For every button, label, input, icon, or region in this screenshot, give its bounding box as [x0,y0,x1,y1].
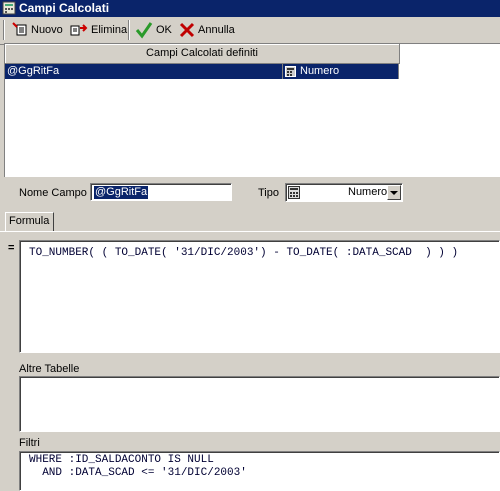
row-type-cell: Numero [300,65,340,77]
name-field-label: Nome Campo [19,187,87,199]
calculated-fields-grid[interactable]: Campi Calcolati definiti @GgRitFa Numero [4,43,500,177]
new-record-icon [12,22,27,36]
type-field-label: Tipo [258,187,279,199]
other-tables-label: Altre Tabelle [19,363,80,375]
filters-label: Filtri [19,437,40,449]
type-select-value: Numero [348,186,388,198]
toolbar-grip [3,20,5,40]
chevron-down-icon [390,191,398,195]
filters-line: AND :DATA_SCAD <= '31/DIC/2003' [29,467,247,479]
ok-button[interactable]: OK [135,19,172,41]
dropdown-button[interactable] [387,185,401,200]
title-bar: Campi Calcolati [0,0,500,17]
tab-formula[interactable]: Formula [5,212,54,231]
cancel-button-label: Annulla [198,24,235,36]
delete-button[interactable]: Elimina [70,19,127,41]
calculator-app-icon [2,1,16,15]
window-title: Campi Calcolati [19,1,110,15]
name-field-value: @GgRitFa [94,186,149,199]
formula-editor[interactable]: TO_NUMBER( ( TO_DATE( '31/DIC/2003') - T… [19,240,500,353]
grid-header[interactable]: Campi Calcolati definiti [5,44,400,64]
calculator-icon [285,66,296,77]
close-icon [179,22,195,38]
other-tables-field[interactable] [19,376,500,432]
column-divider [282,64,283,79]
column-divider [398,64,399,79]
filters-field[interactable]: WHERE :ID_SALDACONTO IS NULL AND :DATA_S… [19,451,500,491]
checkmark-icon [135,22,153,39]
filters-line: WHERE :ID_SALDACONTO IS NULL [29,454,214,466]
toolbar: Nuovo Elimina OK Annulla [0,17,500,45]
row-name-cell: @GgRitFa [7,65,60,77]
delete-button-label: Elimina [91,24,128,36]
cancel-button[interactable]: Annulla [179,19,235,41]
new-button[interactable]: Nuovo [12,19,63,41]
filters-text: WHERE :ID_SALDACONTO IS NULL AND :DATA_S… [29,454,247,480]
formula-text: TO_NUMBER( ( TO_DATE( '31/DIC/2003') - T… [29,247,459,259]
type-select[interactable]: Numero [285,183,403,202]
new-button-label: Nuovo [31,24,63,36]
name-field[interactable]: @GgRitFa [90,183,232,201]
ok-button-label: OK [156,24,172,36]
table-row[interactable]: @GgRitFa Numero [5,64,399,79]
toolbar-separator [128,20,130,40]
equals-sign: = [8,242,15,254]
delete-record-icon [70,24,88,36]
tab-strip-line [0,231,500,232]
calculator-icon [288,186,300,199]
